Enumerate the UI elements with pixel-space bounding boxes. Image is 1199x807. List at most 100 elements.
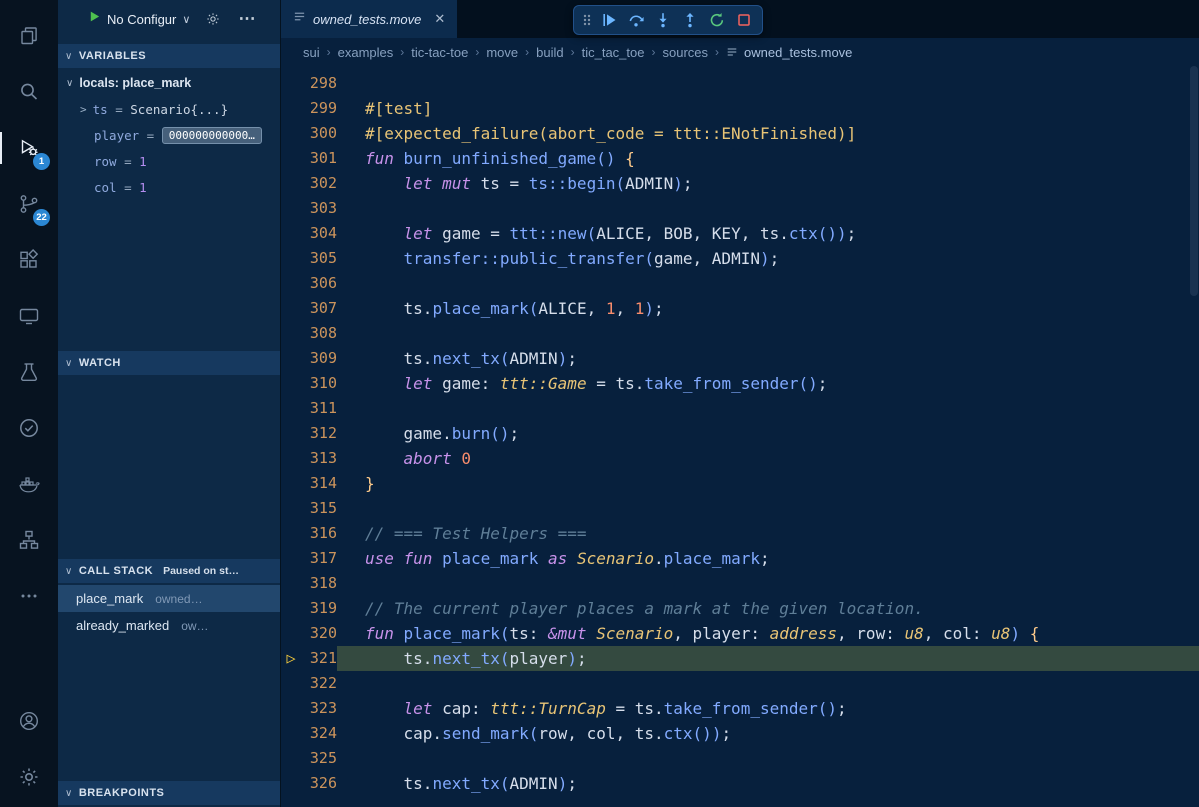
line-number[interactable]: 303	[301, 196, 337, 221]
call-stack-frame[interactable]: place_markowned…	[58, 585, 280, 612]
line-number[interactable]: 300	[301, 121, 337, 146]
breakpoint-gutter[interactable]	[281, 746, 301, 771]
code-line[interactable]: ▷321 ts.next_tx(player);	[281, 646, 1199, 671]
code-line[interactable]: 301fun burn_unfinished_game() {	[281, 146, 1199, 171]
code-line[interactable]: 324 cap.send_mark(row, col, ts.ctx());	[281, 721, 1199, 746]
activity-remote-explorer-icon[interactable]	[0, 288, 58, 344]
line-number[interactable]: 324	[301, 721, 337, 746]
section-header-call-stack[interactable]: ∨ CALL STACK Paused on st…	[58, 559, 280, 583]
code-line[interactable]: 315	[281, 496, 1199, 521]
views-more-icon[interactable]: ⋯	[238, 9, 256, 29]
variable-row[interactable]: >ts = Scenario{...}	[58, 96, 280, 122]
code-line[interactable]: 307 ts.place_mark(ALICE, 1, 1);	[281, 296, 1199, 321]
line-number[interactable]: 308	[301, 321, 337, 346]
breadcrumb-item[interactable]: move	[486, 45, 518, 60]
breakpoint-gutter[interactable]	[281, 296, 301, 321]
editor-scrollbar[interactable]	[1189, 66, 1199, 807]
code-line[interactable]: 314}	[281, 471, 1199, 496]
activity-more-icon[interactable]	[0, 568, 58, 624]
section-header-variables[interactable]: ∨ VARIABLES	[58, 44, 280, 68]
line-number[interactable]: 302	[301, 171, 337, 196]
drag-handle-icon[interactable]	[579, 12, 595, 28]
code-line[interactable]: 302 let mut ts = ts::begin(ADMIN);	[281, 171, 1199, 196]
line-number[interactable]: 314	[301, 471, 337, 496]
activity-docker-icon[interactable]	[0, 456, 58, 512]
variable-value[interactable]: 000000000000…	[162, 127, 262, 144]
line-number[interactable]: 298	[301, 71, 337, 96]
breakpoint-gutter[interactable]	[281, 196, 301, 221]
code-line[interactable]: 308	[281, 321, 1199, 346]
breadcrumb-item[interactable]: tic-tac-toe	[411, 45, 468, 60]
line-number[interactable]: 326	[301, 771, 337, 796]
current-line-marker[interactable]: ▷	[281, 646, 301, 671]
breadcrumb-item[interactable]: sources	[662, 45, 708, 60]
breakpoint-gutter[interactable]	[281, 471, 301, 496]
breakpoint-gutter[interactable]	[281, 771, 301, 796]
tab-owned-tests[interactable]: owned_tests.move ✕	[281, 0, 457, 38]
code-line[interactable]: 300#[expected_failure(abort_code = ttt::…	[281, 121, 1199, 146]
section-header-breakpoints[interactable]: ∨ BREAKPOINTS	[58, 781, 280, 805]
line-number[interactable]: 299	[301, 96, 337, 121]
breadcrumb-item[interactable]: examples	[338, 45, 394, 60]
activity-source-control-icon[interactable]: 22	[0, 176, 58, 232]
code-line[interactable]: 299#[test]	[281, 96, 1199, 121]
breadcrumb-item[interactable]: tic_tac_toe	[582, 45, 645, 60]
breakpoint-gutter[interactable]	[281, 496, 301, 521]
code-line[interactable]: 310 let game: ttt::Game = ts.take_from_s…	[281, 371, 1199, 396]
breakpoint-gutter[interactable]	[281, 596, 301, 621]
line-number[interactable]: 317	[301, 546, 337, 571]
breakpoint-gutter[interactable]	[281, 221, 301, 246]
configure-gear-icon[interactable]	[205, 11, 221, 27]
code-line[interactable]: 304 let game = ttt::new(ALICE, BOB, KEY,…	[281, 221, 1199, 246]
line-number[interactable]: 305	[301, 246, 337, 271]
breadcrumb-item[interactable]: build	[536, 45, 563, 60]
launch-config-dropdown[interactable]: No Configur ∨	[88, 10, 190, 28]
breakpoint-gutter[interactable]	[281, 571, 301, 596]
breakpoint-gutter[interactable]	[281, 71, 301, 96]
breakpoint-gutter[interactable]	[281, 121, 301, 146]
line-number[interactable]: 325	[301, 746, 337, 771]
breakpoint-gutter[interactable]	[281, 171, 301, 196]
tab-close-icon[interactable]: ✕	[434, 11, 445, 27]
line-number[interactable]: 323	[301, 696, 337, 721]
variables-scope-row[interactable]: ∨ locals: place_mark	[58, 70, 280, 96]
breakpoint-gutter[interactable]	[281, 271, 301, 296]
line-number[interactable]: 301	[301, 146, 337, 171]
breakpoint-gutter[interactable]	[281, 621, 301, 646]
code-line[interactable]: 313 abort 0	[281, 446, 1199, 471]
code-line[interactable]: 298	[281, 71, 1199, 96]
breakpoint-gutter[interactable]	[281, 446, 301, 471]
activity-account-icon[interactable]	[0, 693, 58, 749]
activity-testing-icon[interactable]	[0, 400, 58, 456]
start-debug-icon[interactable]	[88, 10, 101, 28]
line-number[interactable]: 311	[301, 396, 337, 421]
breakpoint-gutter[interactable]	[281, 371, 301, 396]
scrollbar-thumb[interactable]	[1190, 66, 1198, 296]
breakpoint-gutter[interactable]	[281, 246, 301, 271]
line-number[interactable]: 312	[301, 421, 337, 446]
code-line[interactable]: 323 let cap: ttt::TurnCap = ts.take_from…	[281, 696, 1199, 721]
breakpoint-gutter[interactable]	[281, 721, 301, 746]
line-number[interactable]: 307	[301, 296, 337, 321]
breakpoint-gutter[interactable]	[281, 396, 301, 421]
line-number[interactable]: 321	[301, 646, 337, 671]
breakpoint-gutter[interactable]	[281, 146, 301, 171]
line-number[interactable]: 316	[301, 521, 337, 546]
breadcrumb-file[interactable]: owned_tests.move	[726, 45, 852, 60]
stop-button[interactable]	[730, 7, 757, 33]
code-line[interactable]: 303	[281, 196, 1199, 221]
code-line[interactable]: 311	[281, 396, 1199, 421]
breadcrumb-item[interactable]: sui	[303, 45, 320, 60]
activity-explorer-icon[interactable]	[0, 8, 58, 64]
activity-search-icon[interactable]	[0, 64, 58, 120]
breakpoint-gutter[interactable]	[281, 546, 301, 571]
breakpoint-gutter[interactable]	[281, 696, 301, 721]
activity-extensions-icon[interactable]	[0, 232, 58, 288]
line-number[interactable]: 309	[301, 346, 337, 371]
continue-button[interactable]	[595, 7, 622, 33]
breakpoint-gutter[interactable]	[281, 346, 301, 371]
section-header-watch[interactable]: ∨ WATCH	[58, 351, 280, 375]
line-number[interactable]: 313	[301, 446, 337, 471]
activity-beaker-icon[interactable]	[0, 344, 58, 400]
breakpoint-gutter[interactable]	[281, 521, 301, 546]
